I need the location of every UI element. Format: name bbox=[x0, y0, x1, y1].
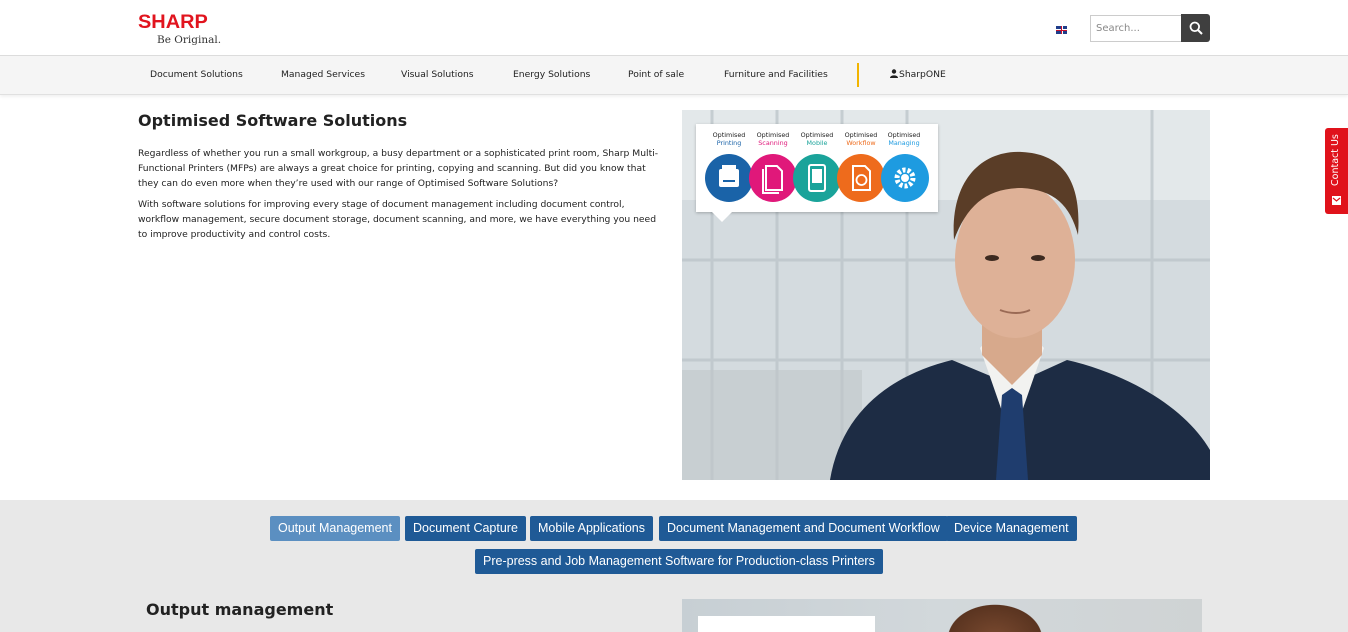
uk-flag-icon[interactable] bbox=[1056, 26, 1067, 34]
search-button[interactable] bbox=[1181, 14, 1210, 42]
callout-label-printing: Optimised Printing bbox=[712, 131, 746, 147]
contact-us-tab[interactable]: Contact Us bbox=[1325, 128, 1348, 214]
tab-pre-press-job-management[interactable]: Pre-press and Job Management Software fo… bbox=[475, 549, 883, 574]
site-header: SHARP Be Original. bbox=[0, 0, 1348, 56]
tab-device-management[interactable]: Device Management bbox=[946, 516, 1077, 541]
workflow-icon bbox=[837, 154, 885, 202]
mobile-icon bbox=[793, 154, 841, 202]
nav-visual-solutions[interactable]: Visual Solutions bbox=[401, 69, 474, 80]
callout-label-workflow: Optimised Workflow bbox=[844, 131, 878, 147]
hero-image: Optimised Printing Optimised Scanning Opti… bbox=[682, 110, 1210, 480]
tab-mobile-applications[interactable]: Mobile Applications bbox=[530, 516, 654, 541]
nav-sharpone[interactable]: SharpONE bbox=[890, 69, 946, 80]
section-title: Output management bbox=[146, 600, 334, 619]
scanning-icon bbox=[749, 154, 797, 202]
nav-point-of-sale[interactable]: Point of sale bbox=[628, 69, 684, 80]
image-callout-card bbox=[698, 616, 875, 632]
callout-label-managing: Optimised Managing bbox=[887, 131, 921, 147]
output-management-image bbox=[682, 599, 1202, 632]
nav-energy-solutions[interactable]: Energy Solutions bbox=[513, 69, 590, 80]
page-title: Optimised Software Solutions bbox=[138, 111, 408, 130]
nav-furniture-and-facilities[interactable]: Furniture and Facilities bbox=[724, 69, 828, 80]
sharpone-label: SharpONE bbox=[899, 69, 946, 80]
intro-paragraph-2: With software solutions for improving ev… bbox=[138, 199, 657, 240]
contact-us-label: Contact Us bbox=[1330, 134, 1341, 186]
search-input[interactable] bbox=[1090, 15, 1182, 42]
intro-paragraph-1: Regardless of whether you run a small wo… bbox=[138, 148, 659, 189]
printing-icon bbox=[705, 154, 753, 202]
sharp-logo[interactable]: SHARP Be Original. bbox=[138, 13, 238, 49]
logo-wordmark: SHARP bbox=[138, 12, 208, 33]
tab-document-management-workflow[interactable]: Document Management and Document Workflo… bbox=[659, 516, 948, 541]
nav-document-solutions[interactable]: Document Solutions bbox=[150, 69, 243, 80]
nav-managed-services[interactable]: Managed Services bbox=[281, 69, 365, 80]
main-nav: Document Solutions Managed Services Visu… bbox=[0, 56, 1348, 95]
image-person bbox=[940, 599, 1050, 632]
logo-tagline: Be Original. bbox=[157, 34, 222, 46]
managing-gear-icon bbox=[881, 154, 929, 202]
tab-document-capture[interactable]: Document Capture bbox=[405, 516, 526, 541]
search-icon bbox=[1189, 21, 1203, 35]
software-callout: Optimised Printing Optimised Scanning Opti… bbox=[696, 124, 938, 222]
mail-icon bbox=[1332, 196, 1341, 205]
nav-separator bbox=[857, 63, 859, 87]
callout-label-mobile: Optimised Mobile bbox=[800, 131, 834, 147]
user-icon bbox=[890, 69, 898, 78]
tab-output-management[interactable]: Output Management bbox=[270, 516, 400, 541]
callout-label-scanning: Optimised Scanning bbox=[756, 131, 790, 147]
